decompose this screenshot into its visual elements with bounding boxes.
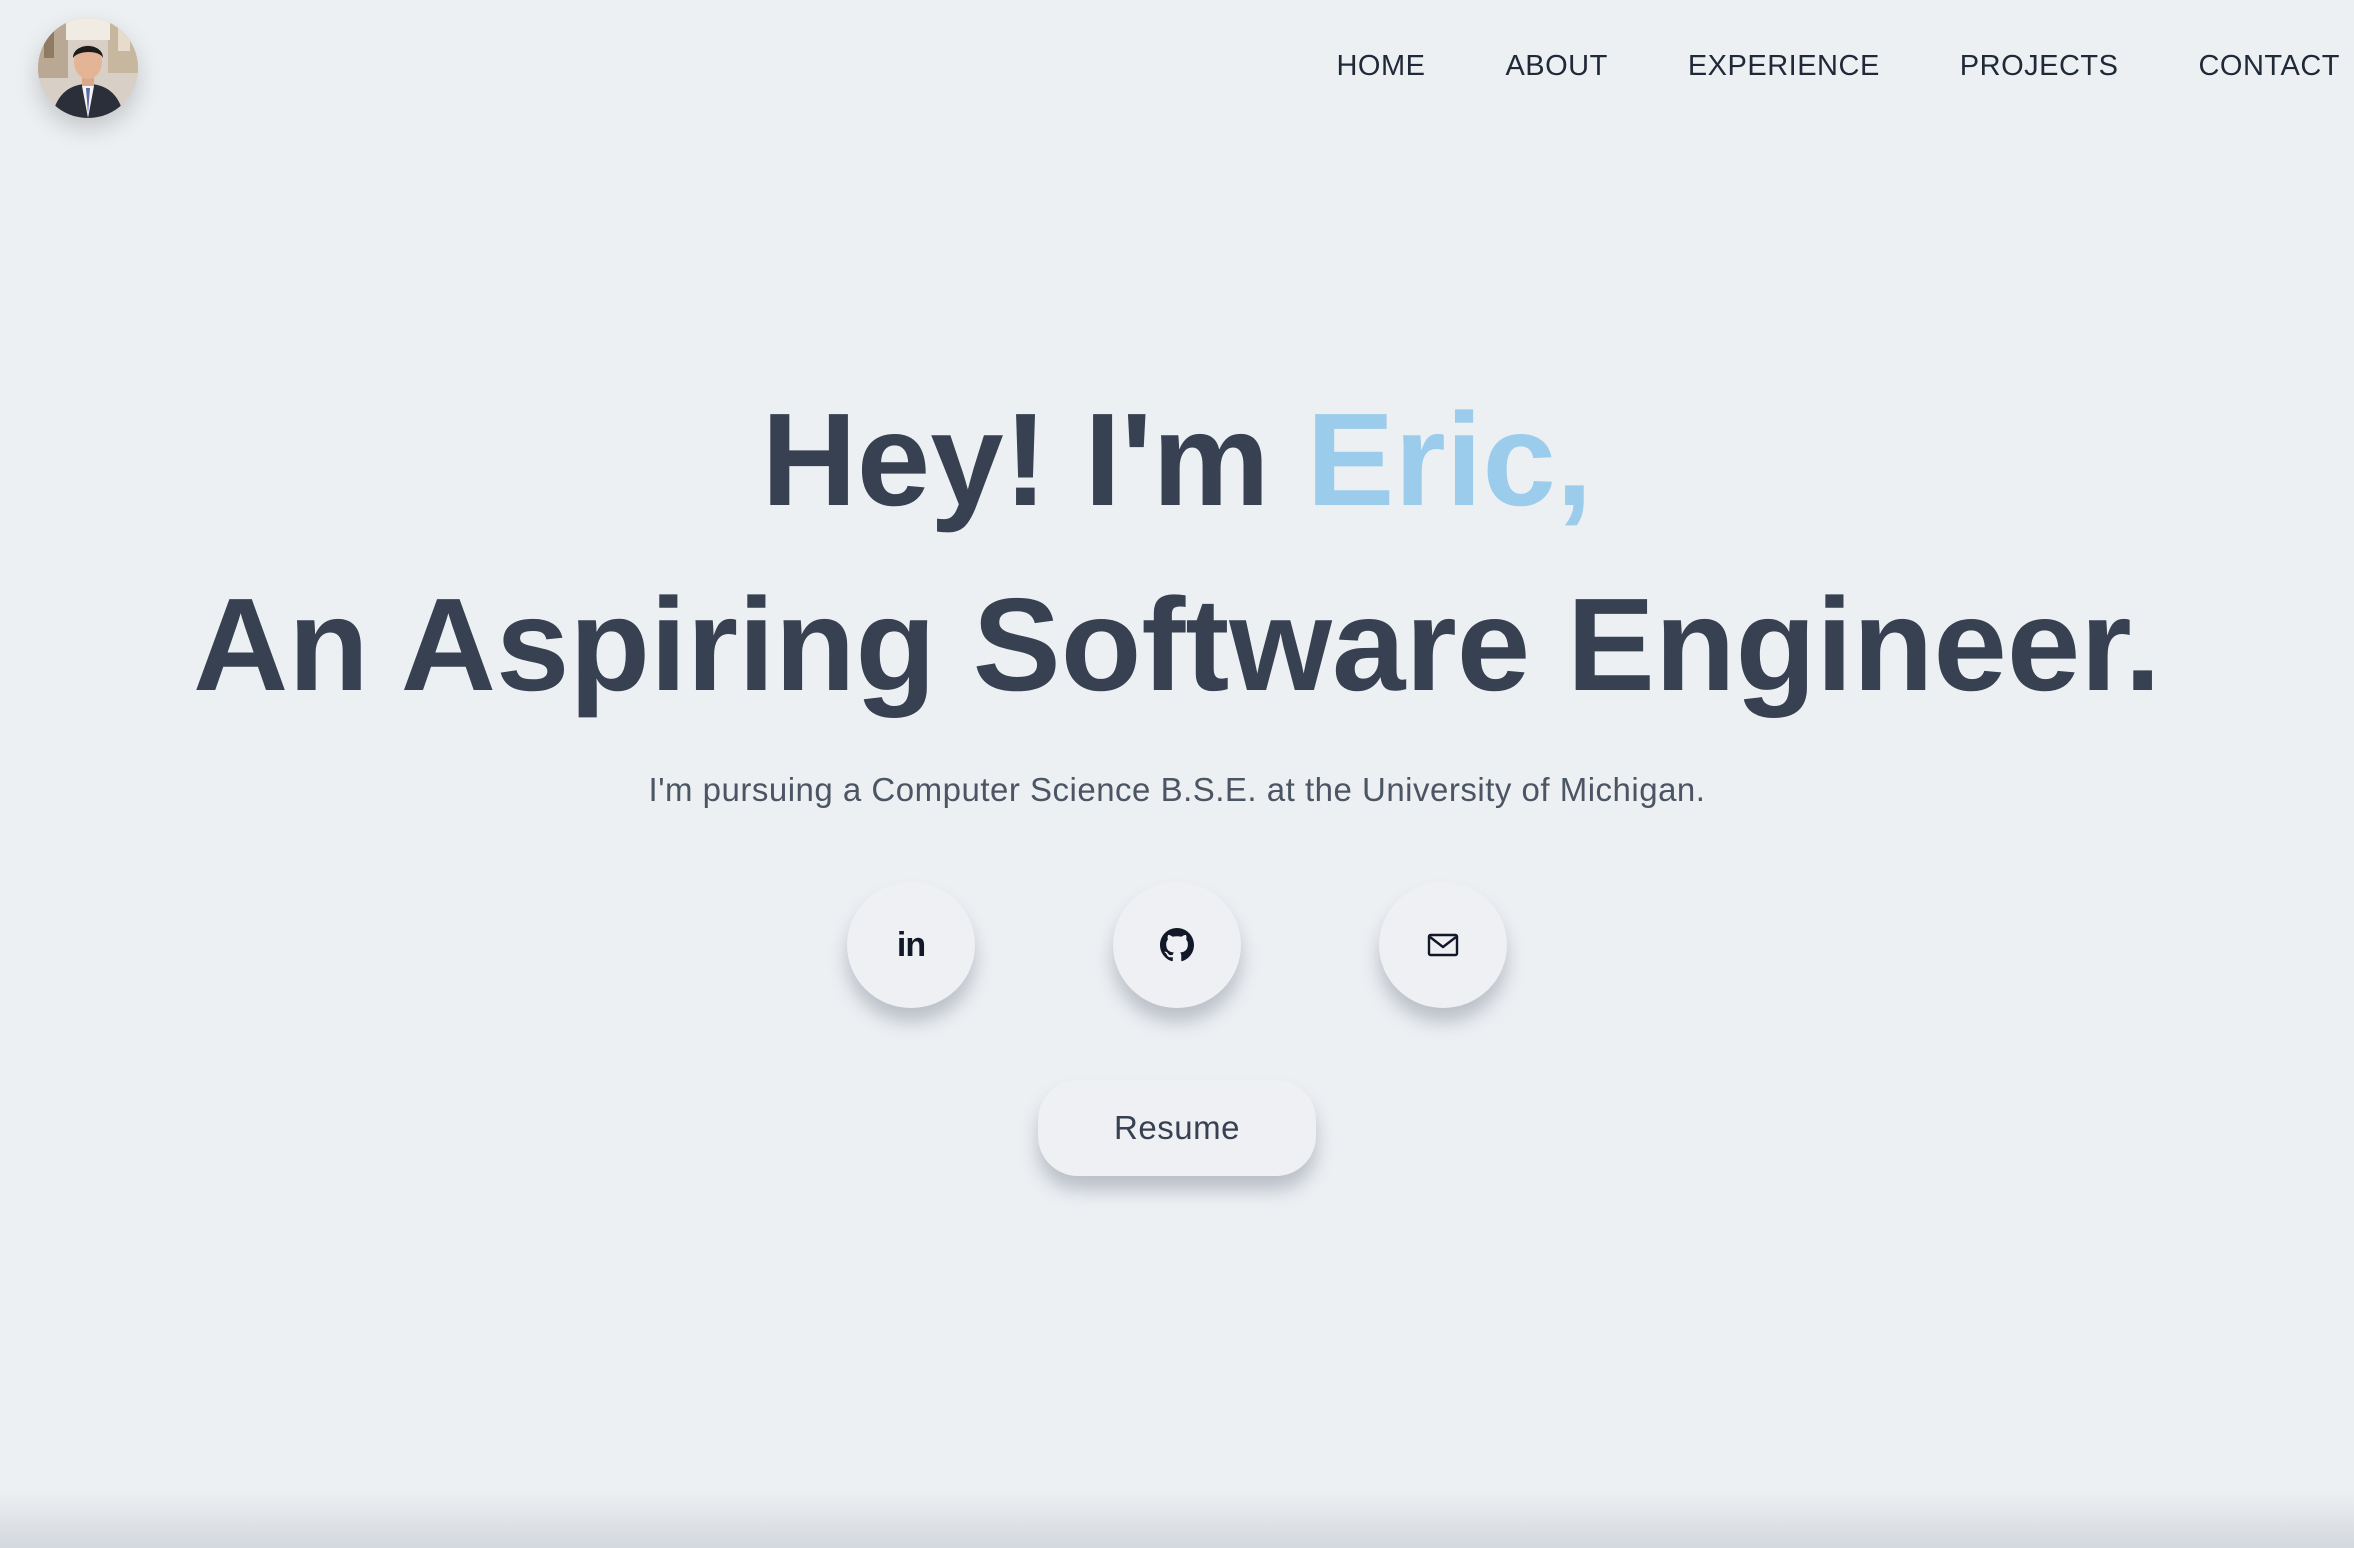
nav-experience[interactable]: EXPERIENCE xyxy=(1688,50,1880,83)
mail-icon xyxy=(1427,933,1459,957)
resume-button[interactable]: Resume xyxy=(1038,1080,1316,1176)
page: HOME ABOUT EXPERIENCE PROJECTS CONTACT H… xyxy=(0,0,2354,1548)
resume-label: Resume xyxy=(1114,1109,1240,1146)
linkedin-button[interactable]: in xyxy=(847,882,975,1008)
header: HOME ABOUT EXPERIENCE PROJECTS CONTACT xyxy=(0,0,2354,140)
section-divider-shadow xyxy=(0,1490,2354,1548)
greeting-text: Hey! I'm xyxy=(761,386,1307,533)
github-icon xyxy=(1160,928,1194,962)
main-nav: HOME ABOUT EXPERIENCE PROJECTS CONTACT xyxy=(1336,50,2340,83)
hero-subtitle: I'm pursuing a Computer Science B.S.E. a… xyxy=(648,771,1706,808)
linkedin-icon: in xyxy=(896,925,926,964)
nav-projects[interactable]: PROJECTS xyxy=(1960,50,2119,83)
email-button[interactable] xyxy=(1379,882,1507,1008)
nav-contact[interactable]: CONTACT xyxy=(2198,50,2340,83)
hero-name: Eric, xyxy=(1306,386,1593,533)
avatar-photo xyxy=(38,18,138,118)
nav-about[interactable]: ABOUT xyxy=(1505,50,1607,83)
avatar[interactable] xyxy=(38,18,138,118)
hero-greeting: Hey! I'm Eric, xyxy=(0,390,2354,530)
github-button[interactable] xyxy=(1113,882,1241,1008)
nav-home[interactable]: HOME xyxy=(1336,50,1425,83)
hero-tagline: An Aspiring Software Engineer. xyxy=(192,571,2162,718)
